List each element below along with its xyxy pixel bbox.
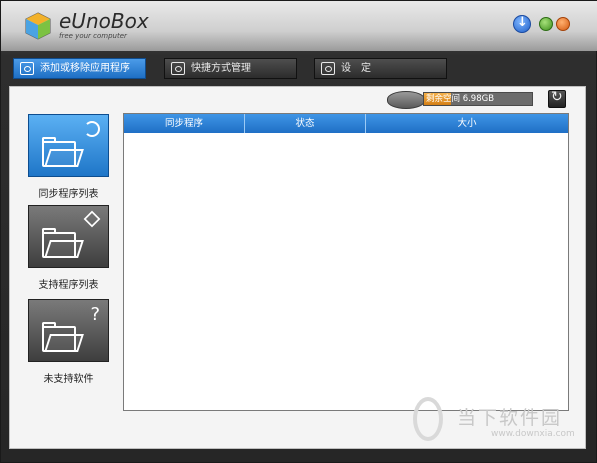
table-header: 同步程序 状态 大小	[124, 114, 568, 133]
watermark-logo-icon	[413, 397, 443, 441]
tab-label: 添加或移除应用程序	[40, 63, 130, 74]
column-header-program[interactable]: 同步程序	[124, 114, 245, 133]
brand: eUnoBox free your computer	[59, 11, 149, 40]
hard-drive-icon	[387, 91, 425, 109]
tab-shortcut-management[interactable]: 快捷方式管理	[164, 58, 297, 79]
folder-sync-icon	[28, 114, 109, 177]
cube-logo-icon	[25, 12, 51, 40]
sidebar-item-label: 未支持软件	[43, 374, 94, 385]
tab-label: 快捷方式管理	[191, 63, 251, 74]
watermark-text: 当下软件园	[457, 407, 563, 429]
folder-box-icon	[28, 205, 109, 268]
minimize-button[interactable]	[539, 17, 553, 31]
app-window: eUnoBox free your computer 添加或移除应用程序 快捷方…	[0, 0, 597, 463]
settings-icon	[321, 62, 335, 75]
sidebar-item-sync-list[interactable]: 同步程序列表	[28, 114, 109, 200]
sidebar-item-supported-list[interactable]: 支持程序列表	[28, 205, 109, 291]
close-button[interactable]	[556, 17, 570, 31]
sidebar-item-label: 支持程序列表	[38, 280, 99, 291]
watermark-url: www.downxia.com	[491, 429, 575, 439]
column-header-size[interactable]: 大小	[366, 114, 568, 133]
sidebar-item-unsupported[interactable]: ? 未支持软件	[28, 299, 109, 385]
download-button[interactable]	[513, 15, 531, 33]
tab-settings[interactable]: 设 定	[314, 58, 447, 79]
tab-add-remove-apps[interactable]: 添加或移除应用程序	[13, 58, 146, 79]
sidebar-item-label: 同步程序列表	[38, 189, 99, 200]
title-bar: eUnoBox free your computer	[1, 1, 597, 51]
shortcut-icon	[171, 62, 185, 75]
brand-name: eUnoBox	[59, 9, 149, 33]
column-header-status[interactable]: 状态	[245, 114, 366, 133]
app-icon	[20, 62, 34, 75]
sync-program-table[interactable]: 同步程序 状态 大小	[123, 113, 569, 411]
disk-space-text: 剩余空间 6.98GB	[426, 94, 495, 104]
disk-space-bar: 剩余空间 6.98GB	[423, 92, 533, 106]
brand-tagline: free your computer	[59, 32, 127, 40]
refresh-button[interactable]	[548, 89, 566, 108]
tab-label: 设 定	[341, 63, 371, 74]
folder-question-icon: ?	[28, 299, 109, 362]
